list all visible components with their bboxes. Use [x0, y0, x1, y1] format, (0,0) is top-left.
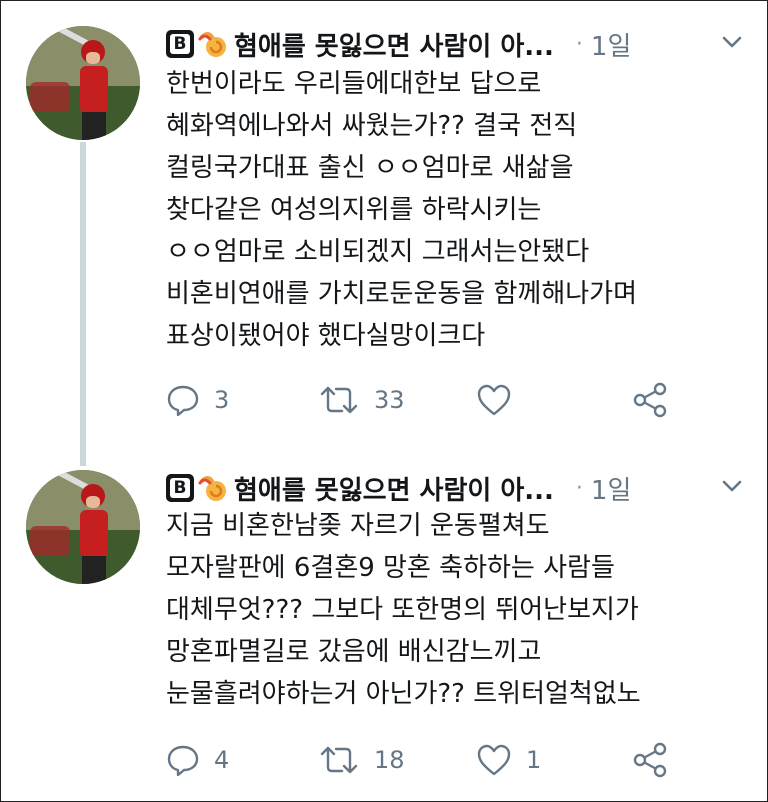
chevron-down-icon[interactable]	[718, 28, 746, 56]
share-button[interactable]	[632, 742, 668, 778]
chevron-down-icon[interactable]	[718, 472, 746, 500]
retweet-button[interactable]: 18	[318, 742, 405, 778]
like-count: 1	[526, 746, 542, 774]
tweet-text: 지금 비혼한남좆 자르기 운동펼쳐도 모자랄판에 6결혼9 망혼 축하하는 사람…	[166, 505, 756, 715]
badge-icon: B	[166, 30, 194, 58]
snail-emoji-icon	[198, 32, 226, 57]
tweet-header: B 혐애를 못잃으면 사람이 아... · 1일	[166, 468, 746, 508]
timestamp[interactable]: 1일	[591, 26, 631, 63]
tweet-text-line: 망혼파멸길로 갔음에 배신감느끼고	[166, 637, 542, 667]
reply-icon	[167, 385, 199, 417]
share-icon	[633, 742, 667, 778]
tweet-text-line: 모자랄판에 6결혼9 망혼 축하하는 사람들	[166, 553, 615, 583]
retweet-icon	[320, 386, 358, 414]
snail-emoji-icon	[198, 476, 226, 501]
tweet-text-line: 컬링국가대표 출신 ㅇㅇ엄마로 새삶을	[166, 153, 574, 183]
tweet-text: 한번이라도 우리들에대한보 답으로 혜화역에나와서 싸웠는가?? 결국 전직 컬…	[166, 63, 756, 357]
separator-dot: ·	[575, 31, 583, 57]
tweet-text-line: 찾다같은 여성의지위를 하락시키는	[166, 195, 542, 225]
tweet-text-line: 표상이됐어야 했다실망이크다	[166, 321, 486, 351]
heart-icon	[477, 384, 511, 416]
tweet-text-line: 한번이라도 우리들에대한보 답으로	[166, 69, 542, 99]
reply-button[interactable]: 3	[166, 382, 229, 418]
badge-icon: B	[166, 474, 194, 502]
retweet-button[interactable]: 33	[318, 382, 405, 418]
badge-letter: B	[170, 34, 190, 54]
avatar[interactable]	[26, 470, 140, 584]
like-button[interactable]: 1	[476, 742, 541, 778]
tweet-actions: 3 33	[166, 382, 726, 418]
timestamp[interactable]: 1일	[591, 470, 631, 507]
tweet-text-line: 혜화역에나와서 싸웠는가?? 결국 전직	[166, 111, 578, 141]
like-button[interactable]	[476, 382, 526, 418]
tweet-text-line: 대체무엇??? 그보다 또한명의 뛰어난보지가	[166, 595, 639, 625]
tweet-header: B 혐애를 못잃으면 사람이 아... · 1일	[166, 24, 746, 64]
reply-count: 3	[214, 386, 230, 414]
tweet-text-line: 비혼비연애를 가치로둔운동을 함께해나가며	[166, 279, 638, 309]
separator-dot: ·	[575, 475, 583, 501]
reply-button[interactable]: 4	[166, 742, 229, 778]
display-name[interactable]: 혐애를 못잃으면 사람이 아...	[234, 26, 554, 63]
retweet-icon	[320, 746, 358, 774]
reply-count: 4	[214, 746, 230, 774]
badge-letter: B	[170, 478, 190, 498]
tweet-text-line: ㅇㅇ엄마로 소비되겠지 그래서는안됐다	[166, 237, 590, 267]
avatar[interactable]	[26, 26, 140, 140]
tweet-text-line: 지금 비혼한남좆 자르기 운동펼쳐도	[166, 511, 550, 541]
display-name[interactable]: 혐애를 못잃으면 사람이 아...	[234, 470, 554, 507]
thread-connector-line	[80, 142, 86, 466]
retweet-count: 33	[374, 386, 405, 414]
tweet-text-line: 눈물흘려야하는거 아닌가?? 트위터얼척없노	[166, 679, 641, 709]
share-button[interactable]	[632, 382, 668, 418]
heart-icon	[477, 744, 511, 776]
retweet-count: 18	[374, 746, 405, 774]
tweet-actions: 4 18 1	[166, 742, 726, 778]
share-icon	[633, 382, 667, 418]
reply-icon	[167, 745, 199, 777]
